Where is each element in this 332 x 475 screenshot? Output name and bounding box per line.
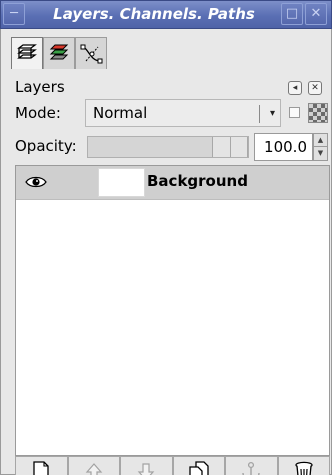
window-menu-button[interactable]: ─ <box>3 3 25 25</box>
opacity-label: Opacity: <box>15 137 77 155</box>
duplicate-icon <box>189 461 209 475</box>
layer-list[interactable]: Background <box>15 165 330 456</box>
close-icon: ✕ <box>311 83 319 93</box>
arrow-up-icon <box>85 463 103 475</box>
anchor-layer-button[interactable] <box>225 456 278 475</box>
transparency-checker-icon <box>308 103 328 123</box>
mode-value: Normal <box>93 104 148 122</box>
delete-layer-button[interactable] <box>277 456 330 475</box>
anchor-icon <box>242 461 260 475</box>
combo-separator <box>259 105 260 123</box>
dock-tab-strip <box>11 37 107 69</box>
paths-icon <box>80 44 103 64</box>
shade-icon: □ <box>285 6 299 21</box>
close-icon: ✕ <box>310 6 322 21</box>
close-tab-button[interactable]: ✕ <box>308 81 322 95</box>
layer-button-bar <box>15 456 330 475</box>
opacity-slider[interactable] <box>87 136 249 158</box>
opacity-value: 100.0 <box>264 138 307 156</box>
channels-icon <box>49 44 69 60</box>
tab-menu-icon: ◂ <box>292 83 298 93</box>
window-title: Layers. Channels. Paths <box>53 5 255 23</box>
new-layer-button[interactable] <box>15 456 68 475</box>
arrow-down-icon <box>137 463 155 475</box>
mode-select[interactable]: Normal ▾ <box>85 99 281 127</box>
duplicate-layer-button[interactable] <box>172 456 225 475</box>
channels-tab[interactable] <box>43 37 75 69</box>
layers-tab[interactable] <box>11 37 43 69</box>
eye-icon[interactable] <box>25 175 47 193</box>
spin-up-icon[interactable]: ▲ <box>314 134 327 147</box>
lower-layer-button[interactable] <box>120 456 173 475</box>
spin-down-icon[interactable]: ▼ <box>314 147 327 160</box>
window-menu-icon: ─ <box>10 6 18 21</box>
slider-handle[interactable] <box>212 137 248 157</box>
title-bar[interactable]: ─ Layers. Channels. Paths □ ✕ <box>0 0 332 29</box>
trash-icon <box>295 461 313 475</box>
tab-menu-button[interactable]: ◂ <box>288 81 302 95</box>
opacity-spinbutton[interactable]: 100.0 <box>254 133 313 161</box>
handle-grip <box>230 137 231 157</box>
mode-label: Mode: <box>15 104 61 122</box>
layers-dialog: Layers ◂ ✕ Mode: Normal ▾ Opacity: 100.0… <box>0 29 332 475</box>
panel-title: Layers <box>15 78 65 96</box>
keep-transparency-checkbox[interactable] <box>289 107 300 118</box>
layer-name[interactable]: Background <box>147 172 248 190</box>
list-item[interactable]: Background <box>16 166 329 200</box>
window-shade-button[interactable]: □ <box>281 3 303 25</box>
opacity-spin-arrows[interactable]: ▲ ▼ <box>313 133 328 161</box>
paths-tab[interactable] <box>75 37 107 69</box>
chevron-down-icon: ▾ <box>269 108 275 119</box>
layers-icon <box>17 44 37 59</box>
raise-layer-button[interactable] <box>67 456 120 475</box>
window-close-button[interactable]: ✕ <box>305 3 327 25</box>
new-document-icon <box>33 461 49 475</box>
layer-thumbnail <box>98 168 145 197</box>
